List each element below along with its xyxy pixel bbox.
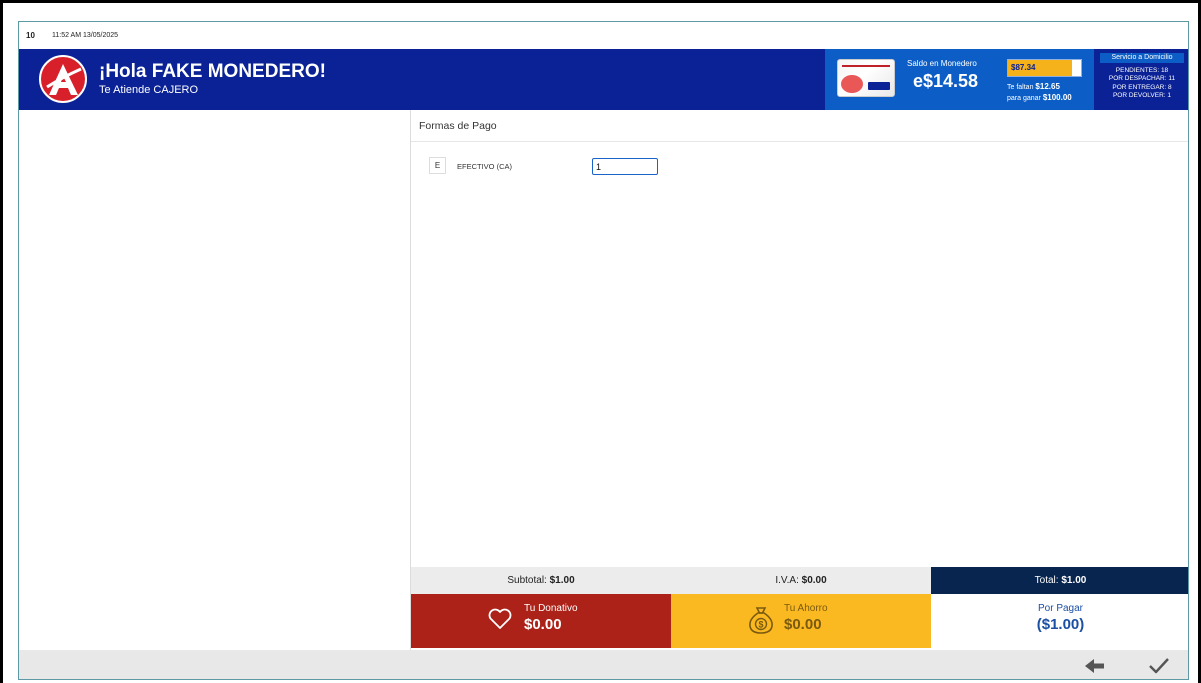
delivery-stats: PENDIENTES: 18 POR DESPACHAR: 11 POR ENT… bbox=[1094, 67, 1188, 100]
to-return-count: POR DEVOLVER: 1 bbox=[1112, 91, 1172, 99]
payment-shortcut-key[interactable]: E bbox=[429, 157, 446, 174]
action-bar bbox=[19, 650, 1188, 679]
iva: I.V.A: $0.00 bbox=[671, 567, 931, 594]
wallet-balance: e$14.58 bbox=[913, 71, 979, 91]
delivery-title[interactable]: Servicio a Domicilio bbox=[1100, 53, 1184, 63]
cash-amount-input[interactable] bbox=[592, 158, 658, 175]
to-deliver-count: POR ENTREGAR: 8 bbox=[1112, 83, 1172, 91]
reward-progress-bar: $87.34 bbox=[1007, 59, 1082, 77]
savings-value: $0.00 bbox=[784, 616, 822, 633]
heart-icon bbox=[488, 608, 512, 629]
to-dispatch-count: POR DESPACHAR: 11 bbox=[1108, 75, 1176, 83]
ticket-pane bbox=[19, 110, 411, 650]
payment-method-name: EFECTIVO (CA) bbox=[457, 162, 513, 171]
back-button[interactable] bbox=[1083, 656, 1107, 676]
arrow-left-icon bbox=[1085, 659, 1104, 673]
divider bbox=[411, 141, 1188, 142]
reward-remaining-text: Te faltan $12.65 para ganar $100.00 bbox=[1007, 82, 1072, 104]
wallet-balance-label: Saldo en Monedero bbox=[907, 59, 977, 68]
window: 10 11:52 AM 13/05/2025 ¡Hola FAKE MONEDE… bbox=[3, 3, 1198, 683]
payment-methods-title: Formas de Pago bbox=[419, 120, 497, 132]
total-label: Total: bbox=[1034, 575, 1059, 586]
ahorro-a-logo bbox=[39, 55, 87, 103]
savings-tile: $ Tu Ahorro $0.00 bbox=[671, 594, 931, 648]
savings-label: Tu Ahorro bbox=[784, 603, 828, 614]
subtotal-value: $1.00 bbox=[549, 575, 575, 586]
missing-amount: $12.65 bbox=[1035, 82, 1060, 91]
wallet-panel: Saldo en Monedero e$14.58 $87.34 Te falt… bbox=[825, 49, 1094, 110]
amount-due-tile: Por Pagar ($1.00) bbox=[931, 594, 1188, 648]
iva-value: $0.00 bbox=[801, 575, 827, 586]
greeting: ¡Hola FAKE MONEDERO! bbox=[99, 61, 326, 82]
totals-bar: Subtotal: $1.00 I.V.A: $0.00 Total: $1.0… bbox=[411, 567, 1188, 594]
checkmark-icon bbox=[1149, 658, 1169, 674]
status-bar: 10 11:52 AM 13/05/2025 bbox=[19, 22, 1188, 49]
missing-prefix: Te faltan bbox=[1007, 84, 1034, 91]
delivery-panel[interactable]: Servicio a Domicilio PENDIENTES: 18 POR … bbox=[1094, 49, 1188, 110]
confirm-button[interactable] bbox=[1147, 656, 1171, 676]
subtotal: Subtotal: $1.00 bbox=[411, 567, 671, 594]
amount-due-label: Por Pagar bbox=[1037, 603, 1084, 614]
goal-amount: $100.00 bbox=[1042, 93, 1072, 102]
pending-count: PENDIENTES: 18 bbox=[1115, 67, 1169, 74]
reward-progress-value: $87.34 bbox=[1011, 63, 1036, 72]
datetime: 11:52 AM 13/05/2025 bbox=[52, 32, 119, 39]
donation-value: $0.00 bbox=[524, 616, 562, 633]
total-value: $1.00 bbox=[1061, 575, 1087, 586]
svg-text:$: $ bbox=[758, 620, 763, 630]
station-number: 10 bbox=[26, 31, 35, 40]
header: ¡Hola FAKE MONEDERO! Te Atiende CAJERO S… bbox=[19, 49, 1188, 110]
wallet-card-image bbox=[837, 59, 895, 97]
subtotal-label: Subtotal: bbox=[507, 575, 547, 586]
amount-due-value: ($1.00) bbox=[1036, 616, 1085, 633]
pos-app: 10 11:52 AM 13/05/2025 ¡Hola FAKE MONEDE… bbox=[18, 21, 1189, 680]
donation-label: Tu Donativo bbox=[524, 603, 578, 614]
donation-tile[interactable]: Tu Donativo $0.00 bbox=[411, 594, 671, 648]
summary-bar: Tu Donativo $0.00 $ Tu Ahorro $0.00 Por … bbox=[411, 594, 1188, 648]
money-bag-icon: $ bbox=[749, 607, 773, 634]
payment-methods-panel: Formas de Pago E EFECTIVO (CA) bbox=[411, 110, 1188, 566]
total: Total: $1.00 bbox=[931, 567, 1188, 594]
iva-label: I.V.A: bbox=[775, 575, 799, 586]
goal-prefix: para ganar bbox=[1007, 95, 1041, 102]
cashier-label: Te Atiende CAJERO bbox=[99, 84, 199, 96]
